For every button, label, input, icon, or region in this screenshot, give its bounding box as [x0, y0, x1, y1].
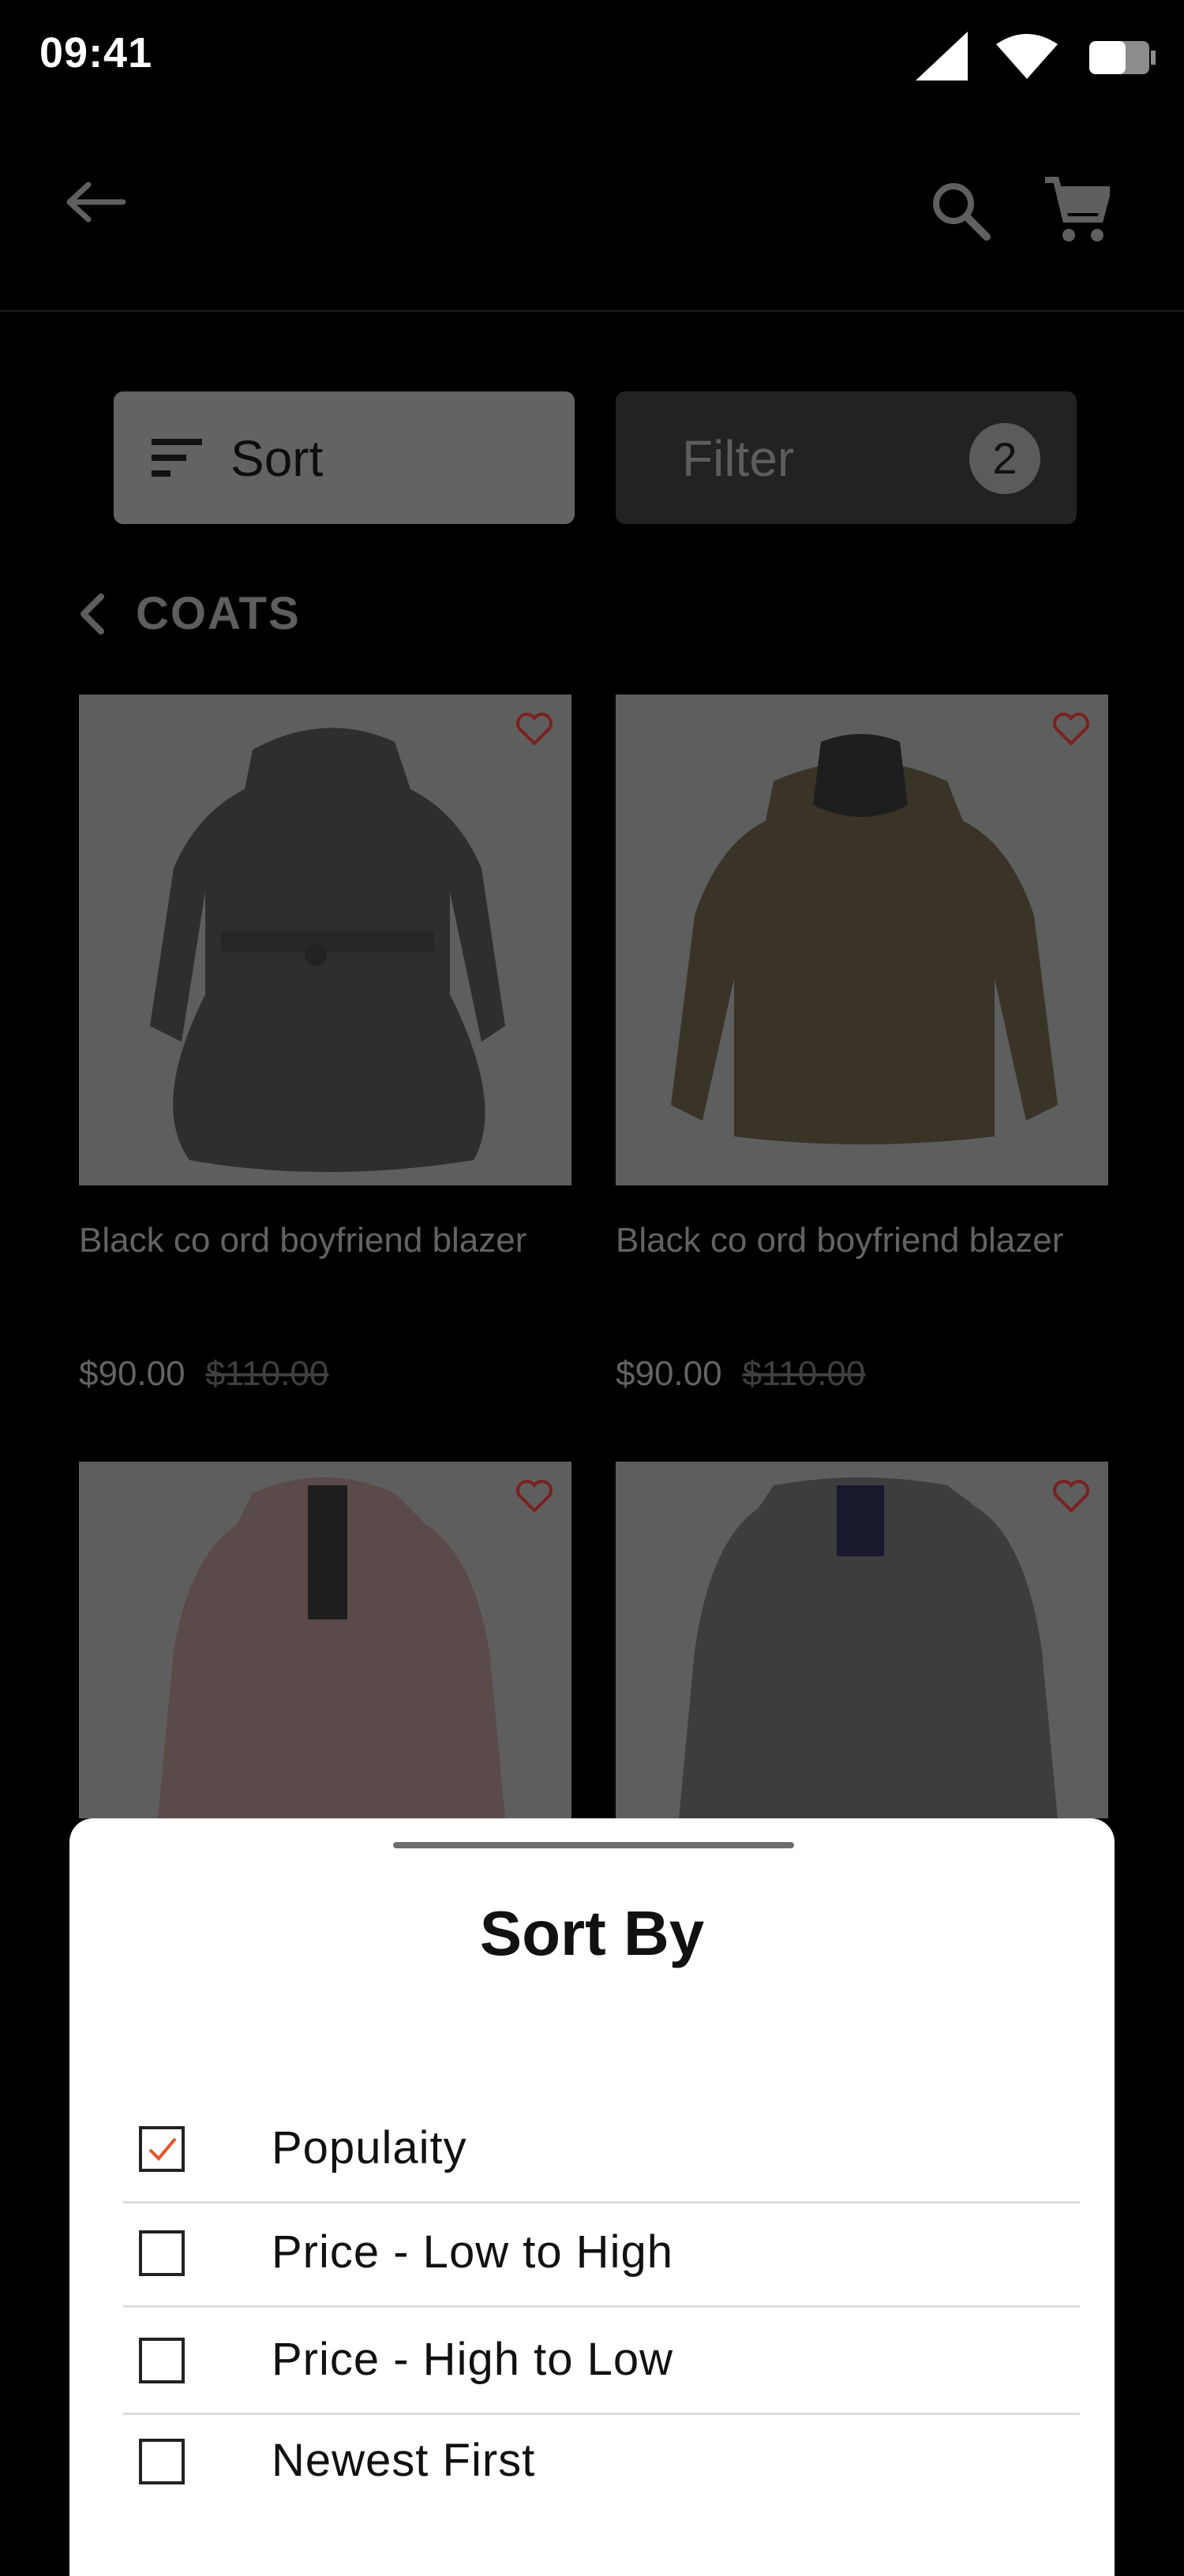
topbar-divider [0, 310, 1184, 312]
product-name[interactable]: Black co ord boyfriend blazer [616, 1211, 1105, 1271]
coat-image [150, 728, 505, 1172]
sort-option-newest[interactable]: Newest First [123, 2412, 1080, 2516]
favorite-heart-icon[interactable] [515, 712, 554, 747]
option-label: Populaity [272, 2122, 467, 2174]
product-image[interactable] [79, 695, 571, 1185]
product-price-row: $90.00 $110.00 [79, 1354, 328, 1394]
coat-image [679, 1477, 1058, 1818]
back-arrow-icon[interactable] [63, 180, 126, 224]
favorite-heart-icon[interactable] [1051, 1479, 1091, 1514]
sheet-title: Sort By [479, 1898, 705, 1968]
sort-button[interactable]: Sort [114, 391, 575, 524]
battery-icon [1089, 41, 1156, 74]
product-old-price: $110.00 [742, 1354, 866, 1393]
option-label: Newest First [272, 2435, 536, 2486]
sort-option-price-high-low[interactable]: Price - High to Low [123, 2311, 1080, 2415]
coat-image [158, 1477, 505, 1818]
drag-handle[interactable] [393, 1842, 794, 1848]
product-price-row: $90.00 $110.00 [616, 1354, 865, 1394]
product-image[interactable] [616, 1462, 1108, 1818]
signal-icon [916, 32, 968, 80]
checkbox[interactable] [139, 2126, 185, 2172]
sort-label: Sort [230, 430, 324, 487]
product-price: $90.00 [79, 1354, 185, 1393]
favorite-heart-icon[interactable] [1051, 712, 1091, 747]
favorite-heart-icon[interactable] [515, 1479, 554, 1514]
product-image[interactable] [616, 695, 1108, 1185]
filter-count-badge: 2 [969, 423, 1040, 494]
sort-option-price-low-high[interactable]: Price - Low to High [123, 2203, 1080, 2308]
checkbox[interactable] [139, 2338, 185, 2383]
product-image[interactable] [79, 1462, 571, 1818]
checkbox[interactable] [139, 2439, 185, 2484]
search-icon[interactable] [930, 180, 993, 243]
sort-icon [152, 439, 202, 477]
filter-label: Filter [682, 430, 795, 487]
sort-option-popularity[interactable]: Populaity [123, 2099, 1080, 2203]
category-title: COATS [136, 588, 301, 639]
wifi-icon [996, 34, 1058, 79]
sort-bottom-sheet: Sort By Populaity Price - Low to High Pr… [69, 1818, 1115, 2576]
status-time: 09:41 [39, 29, 153, 77]
coat-image [671, 734, 1058, 1144]
option-label: Price - Low to High [272, 2226, 673, 2278]
product-price: $90.00 [616, 1354, 722, 1393]
filter-button[interactable]: Filter 2 [616, 391, 1077, 524]
cart-icon[interactable] [1042, 175, 1110, 243]
product-name[interactable]: Black co ord boyfriend blazer [79, 1211, 568, 1271]
divider [123, 2305, 1080, 2308]
checkbox[interactable] [139, 2230, 185, 2276]
option-label: Price - High to Low [272, 2334, 673, 2385]
checkmark-icon [148, 2137, 177, 2161]
chevron-left-icon[interactable] [77, 593, 106, 635]
product-old-price: $110.00 [205, 1354, 329, 1393]
